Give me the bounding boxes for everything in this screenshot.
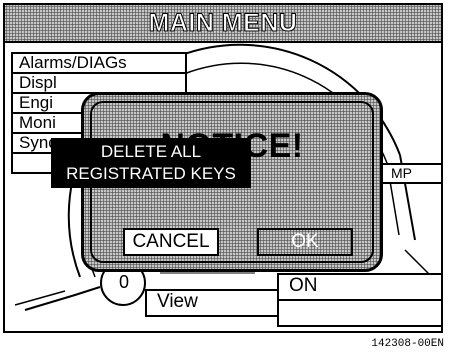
on-off-selector: ON OFF: [277, 273, 441, 327]
cancel-button[interactable]: CANCEL: [123, 228, 219, 256]
dialog-message-line1: DELETE ALL: [100, 142, 202, 161]
ok-button[interactable]: OK: [257, 228, 353, 256]
gauge-digit: 0: [119, 272, 130, 292]
dialog-message: DELETE ALL REGISTRATED KEYS: [51, 138, 251, 188]
dialog-message-line2: REGISTRATED KEYS: [66, 164, 236, 183]
option-on[interactable]: ON: [277, 273, 441, 301]
option-off[interactable]: OFF: [277, 299, 441, 327]
figure-caption: 142308-00EN: [371, 338, 444, 350]
menu-item-alarms-diags[interactable]: Alarms/DIAGs: [11, 52, 187, 74]
rpm-field: MP: [381, 163, 441, 184]
view-field[interactable]: View: [145, 289, 279, 317]
menu-item-display[interactable]: Displ: [11, 72, 187, 94]
